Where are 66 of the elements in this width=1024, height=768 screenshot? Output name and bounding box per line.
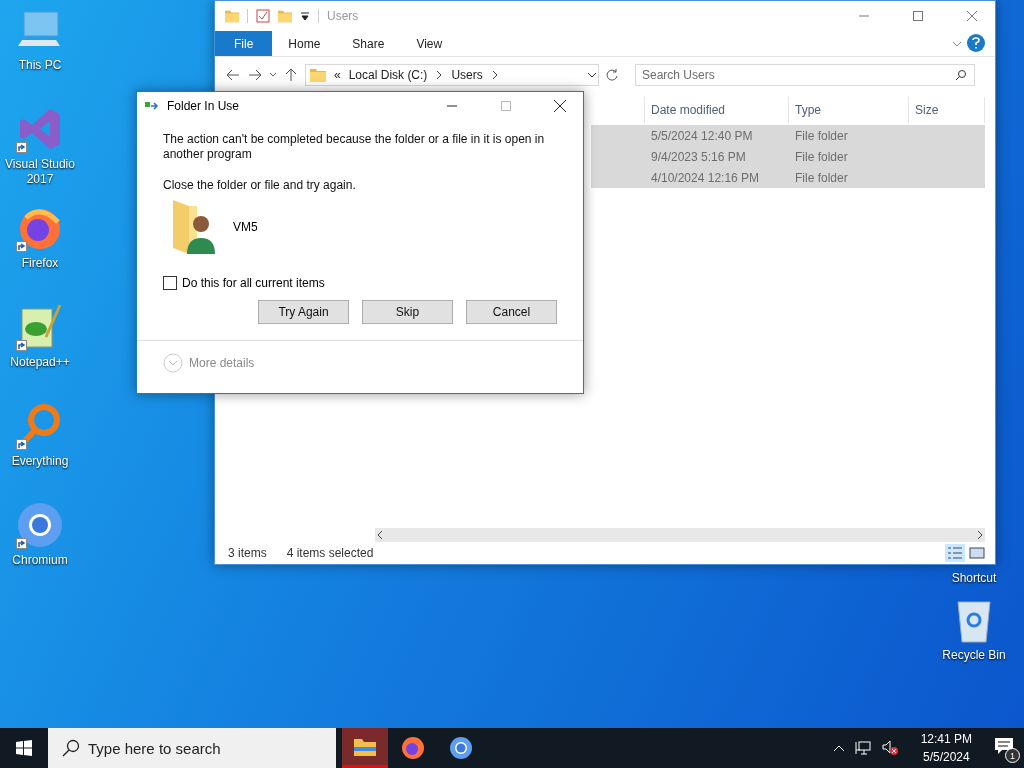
dialog-title: Folder In Use xyxy=(167,99,240,113)
folder-name: VM5 xyxy=(233,220,258,234)
search-icon xyxy=(955,69,967,81)
overflow-chevron[interactable]: « xyxy=(334,68,341,82)
desktop-icon-label[interactable]: Recycle Bin xyxy=(928,648,1020,663)
checkbox[interactable]: Do this for all current items xyxy=(163,276,557,290)
dialog-button[interactable]: Cancel xyxy=(466,300,557,324)
ring-logo-icon xyxy=(16,501,64,549)
type-cell-text: File folder xyxy=(794,127,849,145)
file-row[interactable]: 9/4/2023 5:16 PM File folder xyxy=(591,146,985,167)
date-cell-text: 9/4/2023 5:16 PM xyxy=(650,148,747,166)
more-details-link[interactable]: More details xyxy=(189,356,255,370)
maximize-icon[interactable] xyxy=(913,11,923,21)
folder-icon xyxy=(310,68,326,82)
move-arrow-icon xyxy=(145,101,159,111)
type-cell-text: File folder xyxy=(794,169,849,187)
checklist-icon[interactable] xyxy=(256,9,270,23)
ring-logo-icon xyxy=(449,736,473,760)
folder-icon xyxy=(225,9,239,23)
scroll-left-icon[interactable] xyxy=(375,530,385,540)
back-arrow-icon[interactable] xyxy=(225,67,241,83)
large-icons-view-icon[interactable] xyxy=(969,546,985,560)
horizontal-scrollbar[interactable] xyxy=(375,528,985,542)
ribbon-tab[interactable]: Home xyxy=(272,31,337,56)
breadcrumb-item[interactable]: Local Disk (C:) xyxy=(348,68,428,82)
address-bar[interactable]: « Local Disk (C:) Users xyxy=(305,64,599,86)
search-icon xyxy=(62,739,80,757)
dialog-button[interactable]: Try Again xyxy=(258,300,349,324)
status-text: 3 items xyxy=(228,546,267,560)
search-field[interactable]: Search Users xyxy=(635,64,975,86)
ribbon-tab[interactable]: Share xyxy=(336,31,401,56)
help-icon[interactable] xyxy=(967,34,985,52)
file-row[interactable]: 5/5/2024 12:40 PM File folder xyxy=(591,125,985,146)
breadcrumb-item[interactable]: Users xyxy=(451,68,483,82)
date-cell-text: 4/10/2024 12:16 PM xyxy=(650,169,761,187)
taskbar-app-button[interactable] xyxy=(342,728,388,768)
recent-caret-icon[interactable] xyxy=(269,71,277,79)
dropdown-icon[interactable] xyxy=(300,11,310,21)
muted-speaker-icon[interactable] xyxy=(880,740,899,756)
fox-globe-icon xyxy=(401,736,425,760)
up-arrow-icon[interactable] xyxy=(283,67,299,83)
new-folder-icon xyxy=(278,9,292,23)
status-text: 4 items selected xyxy=(286,546,374,560)
date-cell-text: 5/5/2024 12:40 PM xyxy=(650,127,754,145)
refresh-icon[interactable] xyxy=(605,68,619,82)
checkbox-label[interactable]: Do this for all current items xyxy=(182,276,325,290)
column-header[interactable]: Type xyxy=(789,97,909,123)
taskbar-search-field[interactable]: Type here to search xyxy=(48,728,336,768)
desktop-icon-label[interactable]: Shortcut xyxy=(928,571,1020,586)
dialog-button[interactable]: Skip xyxy=(362,300,453,324)
column-header[interactable]: Date modified xyxy=(645,97,789,123)
show-hidden-icons-caret-icon[interactable] xyxy=(832,744,845,752)
ribbon-tab[interactable]: View xyxy=(400,31,459,56)
scroll-right-icon[interactable] xyxy=(975,530,985,540)
instruction-text: Close the folder or file and try again. xyxy=(163,178,357,192)
error-message: The action can't be completed because the folder or a file in it is open in another program xyxy=(163,132,546,162)
clock[interactable]: 12:41 PM 5/5/2024 xyxy=(920,730,972,766)
window-title: Users xyxy=(327,9,359,23)
network-icon[interactable] xyxy=(854,741,871,755)
file-row[interactable]: 4/10/2024 12:16 PM File folder xyxy=(591,167,985,188)
chevron-icon[interactable] xyxy=(490,69,499,81)
column-header[interactable]: Size xyxy=(909,97,985,123)
forward-arrow-icon[interactable] xyxy=(247,67,263,83)
chevron-icon[interactable] xyxy=(435,69,444,81)
close-icon[interactable] xyxy=(554,100,566,112)
type-cell-text: File folder xyxy=(794,148,849,166)
